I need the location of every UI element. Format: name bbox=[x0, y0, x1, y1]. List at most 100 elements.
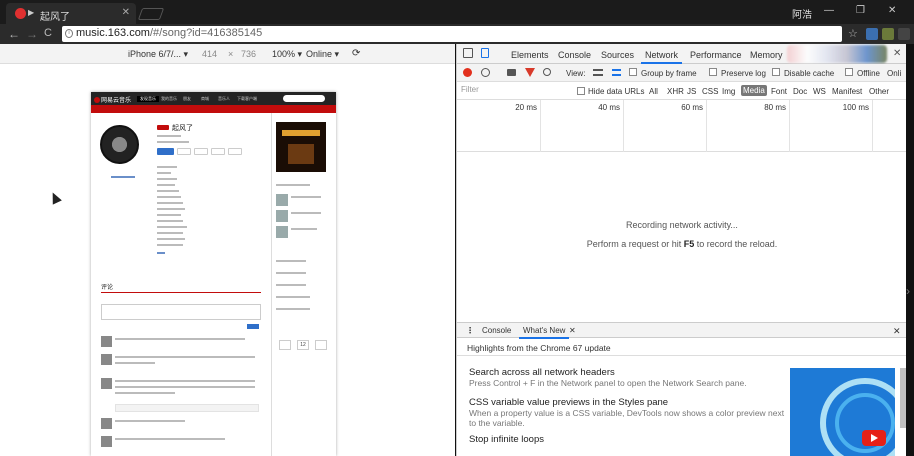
filter-type-css[interactable]: CSS bbox=[702, 87, 718, 96]
whats-new-item[interactable]: CSS variable value previews in the Style… bbox=[469, 397, 789, 428]
netease-nav-item[interactable]: 我的音乐 bbox=[161, 96, 177, 102]
collect-button[interactable] bbox=[177, 148, 191, 155]
drawer-tab-console[interactable]: Console bbox=[482, 326, 511, 335]
comment-button[interactable] bbox=[228, 148, 242, 155]
playlist-thumbnail[interactable] bbox=[276, 194, 288, 206]
netease-nav-item[interactable]: 下载客户端 bbox=[237, 96, 257, 102]
filter-type-font[interactable]: Font bbox=[771, 87, 787, 96]
drawer-tab-whats-new[interactable]: What's New bbox=[518, 326, 570, 339]
throttle-select[interactable]: Onli bbox=[887, 69, 901, 78]
netease-nav-item[interactable]: 商城 bbox=[201, 96, 209, 102]
disable-cache-checkbox[interactable] bbox=[772, 68, 780, 76]
minimize-button[interactable]: — bbox=[824, 5, 834, 16]
rotate-icon[interactable]: ⟳ bbox=[352, 48, 360, 59]
pager-box[interactable]: 12 bbox=[297, 340, 309, 350]
whats-new-video-thumbnail[interactable] bbox=[790, 368, 895, 456]
drawer-menu-icon[interactable]: ⋮ bbox=[466, 326, 474, 335]
avatar[interactable] bbox=[101, 354, 112, 365]
pager-box[interactable] bbox=[315, 340, 327, 350]
tab-performance[interactable]: Performance bbox=[690, 50, 742, 60]
filter-type-manifest[interactable]: Manifest bbox=[832, 87, 862, 96]
device-width[interactable]: 414 bbox=[202, 49, 217, 59]
filter-type-ws[interactable]: WS bbox=[813, 87, 826, 96]
whats-new-item[interactable]: Stop infinite loops bbox=[469, 434, 789, 445]
extension-icon[interactable] bbox=[866, 28, 878, 40]
play-button[interactable] bbox=[157, 148, 174, 155]
avatar[interactable] bbox=[101, 378, 112, 389]
tab-sources[interactable]: Sources bbox=[601, 50, 634, 60]
device-toolbar-icon[interactable] bbox=[481, 48, 489, 58]
preserve-log-checkbox[interactable] bbox=[709, 68, 717, 76]
search-icon[interactable] bbox=[543, 68, 551, 76]
back-icon[interactable]: ← bbox=[8, 27, 20, 41]
netease-search-input[interactable] bbox=[283, 95, 325, 102]
filter-icon[interactable] bbox=[525, 68, 535, 77]
netease-logo[interactable]: 网易云音乐 bbox=[94, 95, 131, 104]
filter-type-js[interactable]: JS bbox=[687, 87, 696, 96]
device-height[interactable]: 736 bbox=[241, 49, 256, 59]
bookmark-star-icon[interactable]: ☆ bbox=[848, 27, 858, 40]
tab-close-icon[interactable]: ✕ bbox=[122, 7, 130, 18]
hide-data-urls-checkbox[interactable] bbox=[577, 87, 585, 95]
avatar[interactable] bbox=[101, 436, 112, 447]
filter-type-media[interactable]: Media bbox=[741, 85, 767, 96]
device-select[interactable]: iPhone 6/7/... ▾ bbox=[128, 49, 188, 60]
youtube-play-icon[interactable] bbox=[862, 430, 886, 446]
zoom-select[interactable]: 100% ▾ bbox=[272, 49, 302, 60]
close-window-button[interactable]: ✕ bbox=[888, 5, 896, 16]
avatar[interactable] bbox=[101, 336, 112, 347]
clear-icon[interactable] bbox=[481, 68, 490, 77]
waterfall-view-icon[interactable] bbox=[612, 69, 621, 76]
netease-subnav bbox=[91, 105, 336, 113]
url-bar[interactable]: i music.163.com/#/song?id=416385145 bbox=[62, 26, 842, 42]
netease-nav-item[interactable]: 朋友 bbox=[183, 96, 191, 102]
share-button[interactable] bbox=[194, 148, 208, 155]
filter-type-doc[interactable]: Doc bbox=[793, 87, 807, 96]
menu-icon[interactable] bbox=[898, 28, 910, 40]
emulated-page[interactable]: 网易云音乐 发现音乐 我的音乐 朋友 商城 音乐人 下载客户端 起风了 12 评… bbox=[91, 92, 336, 456]
network-filter-bar: Filter Hide data URLs All XHR JS CSS Img… bbox=[457, 82, 907, 100]
whats-new-item[interactable]: Search across all network headers Press … bbox=[469, 367, 789, 388]
network-throttle-select[interactable]: Online ▾ bbox=[306, 49, 339, 60]
tab-console[interactable]: Console bbox=[558, 50, 591, 60]
offline-checkbox[interactable] bbox=[845, 68, 853, 76]
info-icon[interactable]: i bbox=[65, 29, 73, 38]
avatar[interactable] bbox=[101, 418, 112, 429]
network-overview[interactable]: 20 ms 40 ms 60 ms 80 ms 100 ms bbox=[457, 100, 907, 152]
group-by-frame-checkbox[interactable] bbox=[629, 68, 637, 76]
extension-icon[interactable] bbox=[882, 28, 894, 40]
netease-nav-item[interactable]: 发现音乐 bbox=[137, 96, 159, 102]
reload-icon[interactable]: C bbox=[44, 27, 52, 39]
list-view-icon[interactable] bbox=[593, 69, 603, 76]
client-link[interactable] bbox=[111, 176, 135, 178]
tab-elements[interactable]: Elements bbox=[511, 50, 549, 60]
new-tab-button[interactable] bbox=[137, 8, 165, 20]
filter-type-img[interactable]: Img bbox=[722, 87, 735, 96]
netease-nav-item[interactable]: 音乐人 bbox=[218, 96, 230, 102]
filter-type-xhr[interactable]: XHR bbox=[667, 87, 684, 96]
advertisement[interactable] bbox=[276, 122, 326, 172]
expand-link[interactable] bbox=[157, 252, 165, 254]
chevron-right-icon[interactable]: › bbox=[906, 284, 910, 298]
inspect-element-icon[interactable] bbox=[463, 48, 473, 58]
maximize-button[interactable]: ❐ bbox=[856, 5, 865, 16]
drawer-close-icon[interactable]: ✕ bbox=[893, 326, 901, 337]
browser-tab[interactable]: ▶ 起风了 ✕ bbox=[6, 3, 136, 24]
screenshot-icon[interactable] bbox=[507, 69, 516, 76]
download-button[interactable] bbox=[211, 148, 225, 155]
record-icon[interactable] bbox=[463, 68, 472, 77]
filter-input[interactable]: Filter bbox=[461, 85, 479, 94]
forward-icon[interactable]: → bbox=[26, 27, 38, 41]
filter-type-other[interactable]: Other bbox=[869, 87, 889, 96]
playlist-thumbnail[interactable] bbox=[276, 210, 288, 222]
filter-type-all[interactable]: All bbox=[649, 87, 658, 96]
devtools-close-icon[interactable]: ✕ bbox=[893, 48, 901, 59]
pager-box[interactable] bbox=[279, 340, 291, 350]
tab-network[interactable]: Network bbox=[640, 50, 683, 64]
whats-new-close-icon[interactable]: ✕ bbox=[569, 326, 576, 335]
comment-input[interactable] bbox=[101, 304, 261, 320]
profile-name[interactable]: 阿浩 bbox=[792, 6, 812, 21]
playlist-thumbnail[interactable] bbox=[276, 226, 288, 238]
tab-memory[interactable]: Memory bbox=[750, 50, 783, 60]
comment-submit-button[interactable] bbox=[247, 324, 259, 329]
